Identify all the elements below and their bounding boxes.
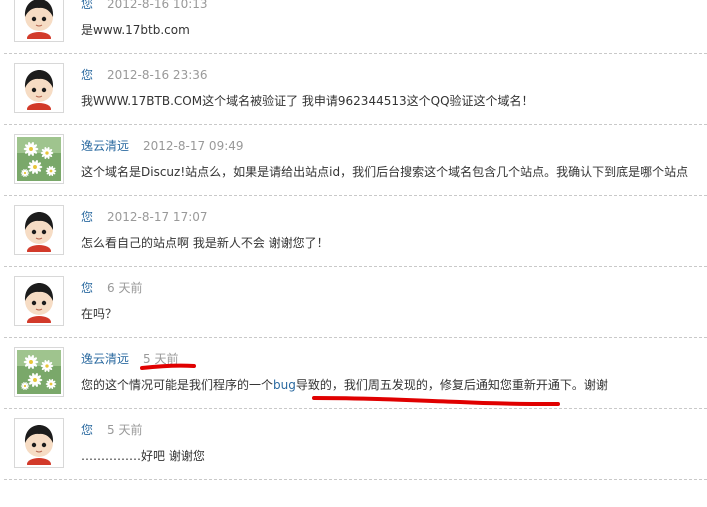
message-text: ……………好吧 谢谢您 xyxy=(81,449,205,463)
comment-message: ……………好吧 谢谢您 xyxy=(81,447,205,464)
message-text: 怎么看自己的站点啊 我是新人不会 谢谢您了！ xyxy=(81,236,329,250)
comment-timestamp: 2012-8-17 17:07 xyxy=(107,210,208,224)
comment-meta: 您 6 天前 xyxy=(81,279,142,296)
comment-author-link[interactable]: 您 xyxy=(81,281,93,295)
comment-author-link[interactable]: 逸云清远 xyxy=(81,139,129,153)
comment-timestamp: 2012-8-17 09:49 xyxy=(143,139,244,153)
comment-author-link[interactable]: 您 xyxy=(81,210,93,224)
comment-item: 您 5 天前 ……………好吧 谢谢您 xyxy=(0,407,707,478)
message-text: 我WWW.17BTB.COM这个域名被验证了 我申请962344513这个QQ验… xyxy=(81,94,534,108)
cartoon-child-avatar-icon[interactable] xyxy=(14,0,64,42)
comment-meta: 逸云清远 5 天前 xyxy=(81,350,178,367)
comment-author-link[interactable]: 您 xyxy=(81,0,93,11)
comment-message: 怎么看自己的站点啊 我是新人不会 谢谢您了！ xyxy=(81,234,329,251)
comment-timestamp: 5 天前 xyxy=(143,352,179,366)
comment-item: 您 2012-8-17 17:07 怎么看自己的站点啊 我是新人不会 谢谢您了！ xyxy=(0,194,707,265)
cartoon-child-avatar-icon[interactable] xyxy=(14,205,64,255)
message-text: 是www.17btb.com xyxy=(81,23,190,37)
comment-message: 在吗？ xyxy=(81,305,117,322)
comment-item: 您 6 天前在吗？ xyxy=(0,265,707,336)
comment-item: 您 2012-8-16 10:13 是www.17btb.com xyxy=(0,0,707,52)
daisy-flowers-avatar-icon[interactable] xyxy=(14,134,64,184)
comment-author-link[interactable]: 您 xyxy=(81,423,93,437)
comment-message: 我WWW.17BTB.COM这个域名被验证了 我申请962344513这个QQ验… xyxy=(81,92,534,109)
comment-meta: 您 2012-8-16 10:13 xyxy=(81,0,208,12)
message-text: 在吗？ xyxy=(81,307,118,321)
cartoon-child-avatar-icon[interactable] xyxy=(14,418,64,468)
message-text: 导致的，我们周五发现的，修复后通知您重新开通下。谢谢 xyxy=(295,378,608,392)
comment-item: 逸云清远 5 天前您的这个情况可能是我们程序的一个bug导致的，我们周五发现的，修… xyxy=(0,336,707,407)
comment-timestamp: 2012-8-16 10:13 xyxy=(107,0,208,11)
comment-item: 您 2012-8-16 23:36 我WWW.17BTB.COM这个域名被验证了 我… xyxy=(0,52,707,123)
comment-message: 这个域名是Discuz!站点么，如果是请给出站点id，我们后台搜索这个域名包含几… xyxy=(81,163,688,180)
comment-message: 是www.17btb.com xyxy=(81,21,190,38)
comment-timestamp: 6 天前 xyxy=(107,281,143,295)
comment-message: 您的这个情况可能是我们程序的一个bug导致的，我们周五发现的，修复后通知您重新开… xyxy=(81,376,608,393)
comment-item: 逸云清远 2012-8-17 09:49 这个域名是Discuz!站点么，如果是请给… xyxy=(0,123,707,194)
daisy-flowers-avatar-icon[interactable] xyxy=(14,347,64,397)
message-text: 这个域名是Discuz!站点么，如果是请给出站点id，我们后台搜索这个域名包含几… xyxy=(81,165,689,179)
comment-meta: 您 5 天前 xyxy=(81,421,142,438)
message-text: 您的这个情况可能是我们程序的一个 xyxy=(81,378,274,392)
comment-meta: 您 2012-8-16 23:36 xyxy=(81,66,208,83)
comment-author-link[interactable]: 您 xyxy=(81,68,93,82)
cartoon-child-avatar-icon[interactable] xyxy=(14,63,64,113)
comment-meta: 逸云清远 2012-8-17 09:49 xyxy=(81,137,244,154)
cartoon-child-avatar-icon[interactable] xyxy=(14,276,64,326)
bug-link[interactable]: bug xyxy=(273,378,296,392)
comment-timestamp: 5 天前 xyxy=(107,423,143,437)
comment-author-link[interactable]: 逸云清远 xyxy=(81,352,129,366)
comment-separator xyxy=(4,479,707,480)
comment-timestamp: 2012-8-16 23:36 xyxy=(107,68,208,82)
comment-meta: 您 2012-8-17 17:07 xyxy=(81,208,208,225)
